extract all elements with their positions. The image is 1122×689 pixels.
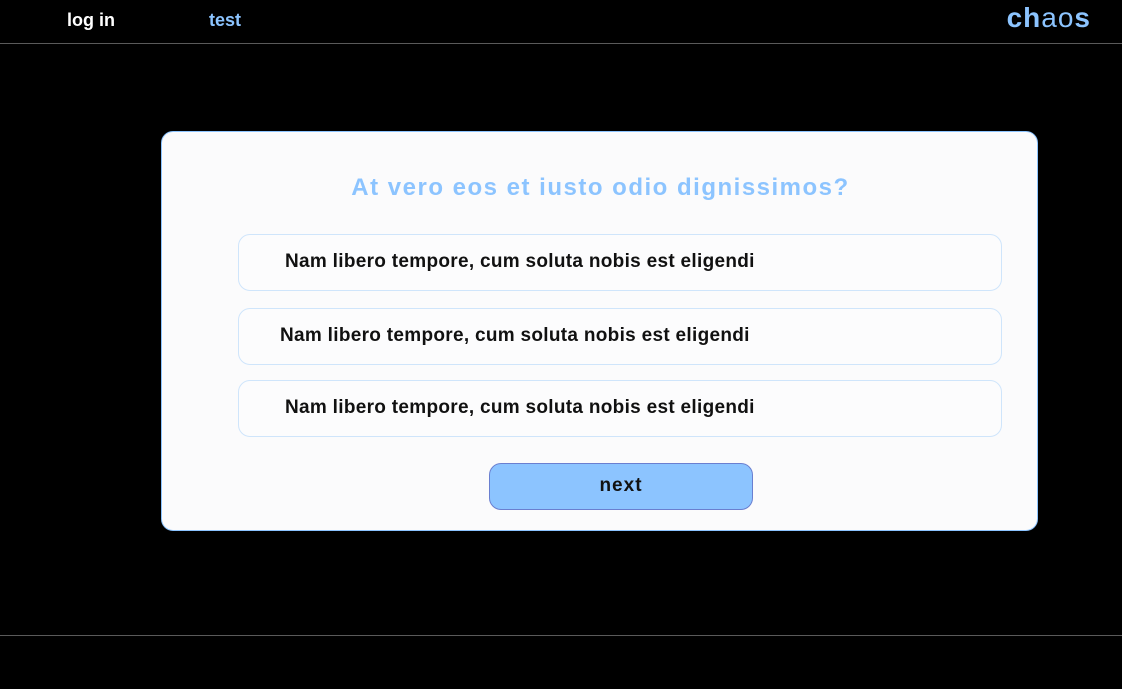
footer-divider	[0, 635, 1122, 636]
answer-option-label: Nam libero tempore, cum soluta nobis est…	[285, 251, 755, 272]
answer-option-label: Nam libero tempore, cum soluta nobis est…	[280, 325, 750, 346]
answer-option-1[interactable]: Nam libero tempore, cum soluta nobis est…	[238, 234, 1002, 291]
next-button[interactable]: next	[489, 463, 753, 510]
quiz-card: At vero eos et iusto odio dignissimos? N…	[161, 131, 1038, 531]
logo-part-ao: ao	[1041, 2, 1075, 33]
login-link[interactable]: log in	[67, 10, 115, 31]
chaos-logo[interactable]: chaos	[1007, 2, 1091, 34]
question-title: At vero eos et iusto odio dignissimos?	[351, 174, 850, 201]
top-navigation: log in test chaos	[0, 0, 1122, 44]
answer-option-3[interactable]: Nam libero tempore, cum soluta nobis est…	[238, 380, 1002, 437]
logo-part-ch: ch	[1006, 2, 1042, 33]
logo-part-s: s	[1074, 2, 1091, 33]
test-link[interactable]: test	[209, 10, 241, 31]
answer-option-2[interactable]: Nam libero tempore, cum soluta nobis est…	[238, 308, 1002, 365]
answer-option-label: Nam libero tempore, cum soluta nobis est…	[285, 397, 755, 418]
